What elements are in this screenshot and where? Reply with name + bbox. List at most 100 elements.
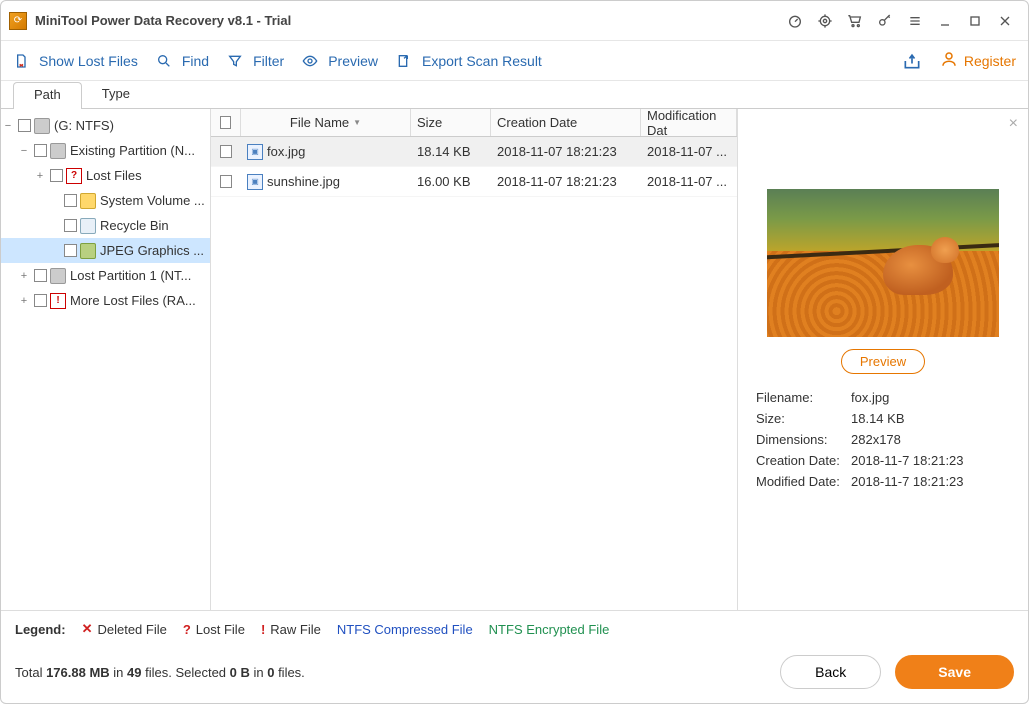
checkbox[interactable] bbox=[64, 244, 77, 257]
image-file-icon: ▣ bbox=[247, 174, 263, 190]
checkbox[interactable] bbox=[18, 119, 31, 132]
header-modification-date[interactable]: Modification Dat bbox=[641, 109, 737, 136]
tree-more-lost-label: More Lost Files (RA... bbox=[70, 293, 196, 308]
file-cdate: 2018-11-07 18:21:23 bbox=[491, 174, 641, 189]
tab-type[interactable]: Type bbox=[82, 82, 150, 109]
share-icon[interactable] bbox=[902, 51, 922, 71]
raw-files-icon: ! bbox=[50, 293, 66, 309]
tree-recycle-label: Recycle Bin bbox=[100, 218, 169, 233]
expand-icon[interactable]: + bbox=[17, 295, 31, 307]
tree-existing-partition[interactable]: − Existing Partition (N... bbox=[1, 138, 210, 163]
meta-dim-label: Dimensions: bbox=[756, 432, 851, 447]
checkbox[interactable] bbox=[220, 116, 231, 129]
preview-image bbox=[767, 189, 999, 337]
legend-deleted: ✕Deleted File bbox=[82, 621, 167, 637]
close-preview-icon[interactable]: × bbox=[1009, 115, 1018, 133]
status-text: Total 176.88 MB in 49 files. Selected 0 … bbox=[15, 665, 305, 680]
save-button[interactable]: Save bbox=[895, 655, 1014, 689]
legend-raw: !Raw File bbox=[261, 622, 321, 637]
show-lost-files-label: Show Lost Files bbox=[39, 53, 138, 69]
collapse-icon[interactable]: − bbox=[17, 145, 31, 157]
export-button[interactable]: Export Scan Result bbox=[396, 53, 542, 69]
folder-icon bbox=[80, 243, 96, 259]
header-checkbox-col[interactable] bbox=[211, 109, 241, 136]
recycle-bin-icon bbox=[80, 218, 96, 234]
support-icon[interactable] bbox=[810, 6, 840, 36]
tree-lost-part-label: Lost Partition 1 (NT... bbox=[70, 268, 191, 283]
search-icon bbox=[156, 53, 172, 69]
show-lost-files-button[interactable]: Show Lost Files bbox=[13, 53, 138, 69]
person-icon bbox=[940, 50, 958, 71]
table-row[interactable]: ▣sunshine.jpg 16.00 KB 2018-11-07 18:21:… bbox=[211, 167, 737, 197]
checkbox[interactable] bbox=[34, 294, 47, 307]
table-header: File Name▼ Size Creation Date Modificati… bbox=[211, 109, 737, 137]
meta-filename-label: Filename: bbox=[756, 390, 851, 405]
export-icon bbox=[396, 53, 412, 69]
key-icon[interactable] bbox=[870, 6, 900, 36]
tree-recycle-bin[interactable]: Recycle Bin bbox=[1, 213, 210, 238]
sort-indicator-icon: ▼ bbox=[353, 118, 361, 127]
meta-mdate-label: Modified Date: bbox=[756, 474, 851, 489]
meta-size-label: Size: bbox=[756, 411, 851, 426]
preview-metadata: Filename: fox.jpg Size: 18.14 KB Dimensi… bbox=[752, 390, 1014, 489]
legend-lost: ?Lost File bbox=[183, 622, 245, 637]
legend: Legend: ✕Deleted File ?Lost File !Raw Fi… bbox=[1, 610, 1028, 647]
checkbox[interactable] bbox=[220, 145, 232, 158]
checkbox[interactable] bbox=[34, 144, 47, 157]
menu-icon[interactable] bbox=[900, 6, 930, 36]
meta-size-value: 18.14 KB bbox=[851, 411, 1010, 426]
legend-compressed: NTFS Compressed File bbox=[337, 622, 473, 637]
back-button[interactable]: Back bbox=[780, 655, 881, 689]
file-list-pane: File Name▼ Size Creation Date Modificati… bbox=[211, 109, 738, 610]
maximize-button[interactable] bbox=[960, 6, 990, 36]
tab-path[interactable]: Path bbox=[13, 82, 82, 109]
eye-icon bbox=[302, 53, 318, 69]
legend-label: Legend: bbox=[15, 622, 66, 637]
tree-sysvol-label: System Volume ... bbox=[100, 193, 205, 208]
preview-toolbar-button[interactable]: Preview bbox=[302, 53, 378, 69]
meta-filename-value: fox.jpg bbox=[851, 390, 1010, 405]
find-button[interactable]: Find bbox=[156, 53, 209, 69]
checkbox[interactable] bbox=[64, 219, 77, 232]
expand-icon[interactable]: + bbox=[33, 170, 47, 182]
file-cdate: 2018-11-07 18:21:23 bbox=[491, 144, 641, 159]
disk-icon bbox=[34, 118, 50, 134]
tree-view: − (G: NTFS) − Existing Partition (N... +… bbox=[1, 109, 211, 610]
register-label: Register bbox=[964, 53, 1016, 69]
cart-icon[interactable] bbox=[840, 6, 870, 36]
tree-system-volume[interactable]: System Volume ... bbox=[1, 188, 210, 213]
header-size[interactable]: Size bbox=[411, 109, 491, 136]
tree-lost-files[interactable]: + ? Lost Files bbox=[1, 163, 210, 188]
collapse-icon[interactable]: − bbox=[1, 120, 15, 132]
checkbox[interactable] bbox=[64, 194, 77, 207]
checkbox[interactable] bbox=[220, 175, 232, 188]
table-row[interactable]: ▣ fox.jpg 18.14 KB 2018-11-07 18:21:23 20… bbox=[211, 137, 737, 167]
tree-more-lost-files[interactable]: + ! More Lost Files (RA... bbox=[1, 288, 210, 313]
tree-jpeg-label: JPEG Graphics ... bbox=[100, 243, 204, 258]
speed-icon[interactable] bbox=[780, 6, 810, 36]
close-button[interactable] bbox=[990, 6, 1020, 36]
preview-toolbar-label: Preview bbox=[328, 53, 378, 69]
meta-cdate-label: Creation Date: bbox=[756, 453, 851, 468]
export-label: Export Scan Result bbox=[422, 53, 542, 69]
preview-button[interactable]: Preview bbox=[841, 349, 925, 374]
window-title: MiniTool Power Data Recovery v8.1 - Tria… bbox=[35, 13, 291, 28]
checkbox[interactable] bbox=[50, 169, 63, 182]
preview-pane: × Preview Filename: fox.jpg Size: 18.14 … bbox=[738, 109, 1028, 610]
image-file-icon: ▣ bbox=[247, 144, 263, 160]
file-mdate: 2018-11-07 ... bbox=[641, 144, 737, 159]
minimize-button[interactable] bbox=[930, 6, 960, 36]
tree-lost-partition[interactable]: + Lost Partition 1 (NT... bbox=[1, 263, 210, 288]
file-name: fox.jpg bbox=[267, 144, 305, 159]
tree-jpeg-graphics[interactable]: JPEG Graphics ... bbox=[1, 238, 210, 263]
header-creation-date[interactable]: Creation Date bbox=[491, 109, 641, 136]
lost-files-icon: ? bbox=[66, 168, 82, 184]
expand-icon[interactable]: + bbox=[17, 270, 31, 282]
filter-label: Filter bbox=[253, 53, 284, 69]
register-button[interactable]: Register bbox=[940, 50, 1016, 71]
tree-root[interactable]: − (G: NTFS) bbox=[1, 113, 210, 138]
header-file-name[interactable]: File Name▼ bbox=[241, 109, 411, 136]
filter-button[interactable]: Filter bbox=[227, 53, 284, 69]
checkbox[interactable] bbox=[34, 269, 47, 282]
file-size: 18.14 KB bbox=[411, 144, 491, 159]
